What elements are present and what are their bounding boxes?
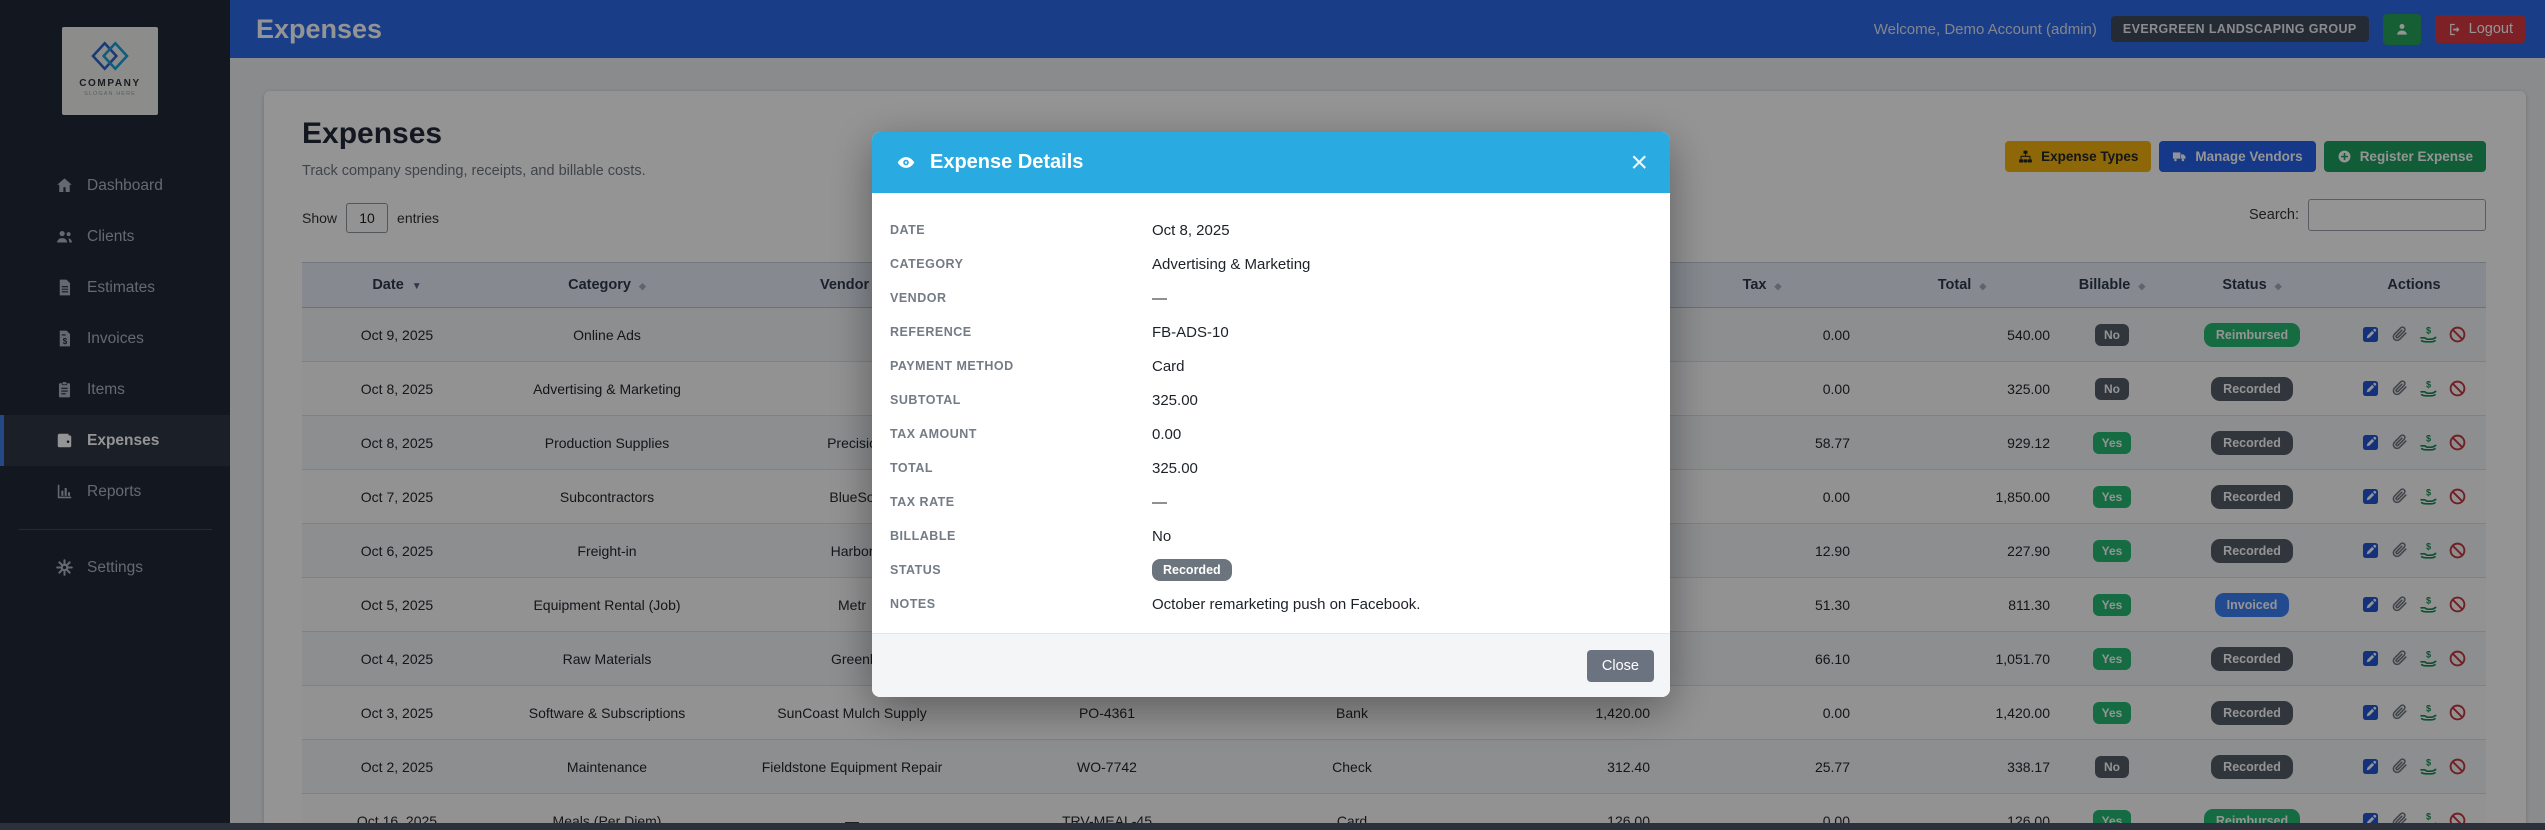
close-button[interactable]: Close xyxy=(1586,649,1654,682)
detail-row: Tax Amount 0.00 xyxy=(890,417,1652,451)
field-value: Advertising & Marketing xyxy=(1152,255,1311,273)
field-value: 325.00 xyxy=(1152,391,1198,409)
modal-title: Expense Details xyxy=(930,151,1084,173)
detail-row: Notes October remarketing push on Faceboo… xyxy=(890,587,1652,621)
field-label: Tax Amount xyxy=(890,427,977,441)
field-value: Oct 8, 2025 xyxy=(1152,221,1230,239)
detail-row: Total 325.00 xyxy=(890,451,1652,485)
field-label: Payment Method xyxy=(890,359,1014,373)
detail-row: Category Advertising & Marketing xyxy=(890,247,1652,281)
close-icon[interactable]: × xyxy=(1630,147,1648,178)
field-label: Reference xyxy=(890,325,972,339)
field-value: — xyxy=(1152,289,1167,307)
modal-footer: Close xyxy=(872,633,1670,697)
field-label: Subtotal xyxy=(890,393,961,407)
field-value: FB-ADS-10 xyxy=(1152,323,1229,341)
field-label: Category xyxy=(890,257,964,271)
field-label: Vendor xyxy=(890,291,947,305)
detail-row: Status Recorded xyxy=(890,553,1652,587)
field-value: 0.00 xyxy=(1152,425,1182,443)
detail-row: Subtotal 325.00 xyxy=(890,383,1652,417)
field-value: Card xyxy=(1152,357,1185,375)
field-value: No xyxy=(1152,527,1172,545)
detail-row: Date Oct 8, 2025 xyxy=(890,213,1652,247)
field-label: Tax Rate xyxy=(890,495,955,509)
field-label: Status xyxy=(890,563,942,577)
field-label: Total xyxy=(890,461,934,475)
detail-row: Tax Rate — xyxy=(890,485,1652,519)
eye-icon xyxy=(894,153,918,172)
detail-row: Billable No xyxy=(890,519,1652,553)
field-value: October remarketing push on Facebook. xyxy=(1152,595,1421,613)
field-value: — xyxy=(1152,493,1167,511)
expense-details-modal: Expense Details × Date Oct 8, 2025 Categor… xyxy=(872,132,1670,697)
field-value: 325.00 xyxy=(1152,459,1198,477)
detail-row: Vendor — xyxy=(890,281,1652,315)
field-label: Notes xyxy=(890,597,936,611)
modal-header: Expense Details × xyxy=(872,132,1670,193)
field-label: Billable xyxy=(890,529,956,543)
field-label: Date xyxy=(890,223,926,237)
modal-body: Date Oct 8, 2025 Category Advertising & Mar… xyxy=(872,193,1670,633)
status-badge: Recorded xyxy=(1152,559,1232,581)
detail-row: Payment Method Card xyxy=(890,349,1652,383)
detail-row: Reference FB-ADS-10 xyxy=(890,315,1652,349)
